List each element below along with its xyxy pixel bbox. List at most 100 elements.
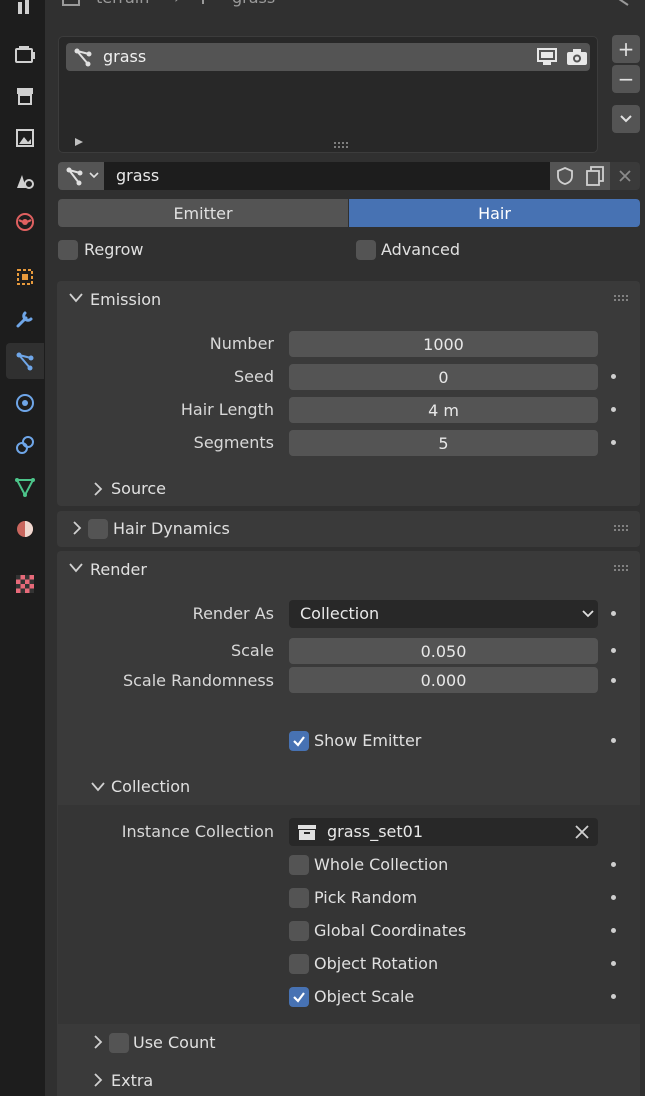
segments-keyframe-dot[interactable] — [611, 440, 616, 445]
object-data-icon — [62, 0, 80, 8]
number-value: 1000 — [423, 334, 464, 354]
global-coordinates-keyframe-dot[interactable] — [611, 928, 616, 933]
drag-grip-icon[interactable] — [613, 564, 629, 572]
play-icon[interactable] — [74, 132, 84, 146]
drag-grip-icon[interactable] — [613, 294, 629, 302]
modifiers-tab[interactable] — [6, 301, 44, 337]
pick-random-keyframe-dot[interactable] — [611, 895, 616, 900]
specials-menu-button[interactable] — [612, 105, 640, 133]
show-emitter-checkbox[interactable] — [289, 731, 309, 751]
whole-collection-checkbox[interactable] — [289, 855, 309, 875]
clear-icon[interactable] — [575, 825, 589, 839]
physics-tab[interactable] — [6, 385, 44, 421]
scale-randomness-keyframe-dot[interactable] — [611, 678, 616, 683]
hair-dynamics-title: Hair Dynamics — [113, 519, 230, 538]
object-rotation-checkbox[interactable] — [289, 954, 309, 974]
render-as-label: Render As — [192, 604, 274, 623]
texture-tab[interactable] — [6, 566, 44, 602]
material-tab[interactable] — [6, 511, 44, 547]
object-tab[interactable] — [6, 259, 44, 295]
tool-icon — [18, 0, 29, 14]
printer-icon — [17, 88, 33, 105]
unlink-button[interactable] — [610, 162, 640, 190]
pin-icon[interactable] — [614, 0, 630, 6]
particles-icon — [66, 167, 83, 186]
resize-grip-icon[interactable] — [333, 134, 351, 148]
close-icon — [619, 170, 631, 182]
object-rotation-keyframe-dot[interactable] — [611, 961, 616, 966]
render-tab[interactable] — [6, 36, 44, 72]
drag-grip-icon[interactable] — [613, 524, 629, 532]
type-emitter-tab[interactable]: Emitter — [58, 199, 348, 227]
chevron-down-icon — [69, 293, 83, 303]
global-coordinates-checkbox[interactable] — [289, 921, 309, 941]
scale-label: Scale — [230, 641, 274, 660]
duplicate-button[interactable] — [580, 162, 610, 190]
seed-label: Seed — [234, 367, 274, 386]
instance-collection-field[interactable]: grass_set01 — [289, 818, 598, 846]
duplicate-icon — [586, 166, 604, 186]
remove-particle-system-button[interactable]: − — [612, 65, 640, 93]
number-field[interactable]: 1000 — [289, 331, 598, 357]
scale-randomness-field[interactable]: 0.000 — [289, 667, 598, 693]
segments-value: 5 — [438, 433, 449, 453]
extra-subpanel-header[interactable]: Extra — [58, 1064, 640, 1096]
minus-icon: − — [617, 67, 635, 91]
use-count-checkbox[interactable] — [109, 1033, 129, 1053]
properties-tab-strip — [0, 0, 45, 1096]
chevron-right-icon — [94, 1073, 103, 1087]
render-title: Render — [90, 560, 147, 579]
data-tab[interactable] — [6, 469, 44, 505]
particles-tab[interactable] — [6, 343, 44, 379]
scene-tab[interactable] — [6, 162, 44, 198]
source-subpanel-header[interactable]: Source — [90, 478, 290, 500]
pick-random-checkbox[interactable] — [289, 888, 309, 908]
settings-name-field[interactable]: grass — [104, 162, 550, 190]
object-scale-checkbox[interactable] — [289, 987, 309, 1007]
hair-dynamics-checkbox[interactable] — [88, 519, 108, 539]
regrow-checkbox[interactable] — [58, 240, 78, 260]
view-layer-tab[interactable] — [6, 120, 44, 156]
render-panel-header[interactable]: Render — [57, 551, 640, 587]
use-count-title: Use Count — [133, 1033, 216, 1052]
plus-icon: + — [617, 37, 635, 61]
number-label: Number — [209, 334, 274, 353]
image-icon — [16, 129, 34, 147]
collection-title: Collection — [111, 777, 191, 796]
object-scale-keyframe-dot[interactable] — [611, 994, 616, 999]
scale-value: 0.050 — [420, 641, 467, 661]
whole-collection-keyframe-dot[interactable] — [611, 862, 616, 867]
advanced-checkbox[interactable] — [356, 240, 376, 260]
fake-user-button[interactable] — [550, 162, 580, 190]
render-as-keyframe-dot[interactable] — [611, 611, 616, 616]
world-tab[interactable] — [6, 204, 44, 240]
scale-keyframe-dot[interactable] — [611, 648, 616, 653]
scale-field[interactable]: 0.050 — [289, 638, 598, 664]
breadcrumb-chevron-icon: › — [174, 0, 180, 7]
constraint-icon — [16, 436, 34, 454]
render-as-dropdown[interactable]: Collection — [289, 600, 598, 628]
constraints-tab[interactable] — [6, 427, 44, 463]
browse-settings-button[interactable] — [58, 162, 104, 190]
emission-panel-header[interactable]: Emission — [57, 281, 640, 317]
show-emitter-keyframe-dot[interactable] — [611, 738, 616, 743]
hair-length-field[interactable]: 4 m — [289, 397, 598, 423]
collection-subpanel-header[interactable]: Collection — [58, 769, 640, 805]
settings-name-text: grass — [116, 166, 160, 185]
seed-field[interactable]: 0 — [289, 364, 598, 390]
seed-keyframe-dot[interactable] — [611, 374, 616, 379]
monitor-icon[interactable] — [536, 47, 558, 67]
chevron-right-icon — [73, 521, 82, 535]
output-tab[interactable] — [6, 78, 44, 114]
type-hair-tab[interactable]: Hair — [349, 199, 640, 227]
render-as-value: Collection — [300, 604, 380, 623]
tool-tab[interactable] — [6, 0, 44, 24]
hair-length-keyframe-dot[interactable] — [611, 407, 616, 412]
whole-collection-label: Whole Collection — [314, 855, 449, 874]
add-particle-system-button[interactable]: + — [612, 35, 640, 63]
camera-back-icon — [15, 46, 35, 63]
use-count-subpanel-header[interactable]: Use Count — [58, 1024, 640, 1060]
checker-icon — [16, 575, 34, 593]
segments-field[interactable]: 5 — [289, 430, 598, 456]
camera-icon[interactable] — [566, 47, 588, 67]
